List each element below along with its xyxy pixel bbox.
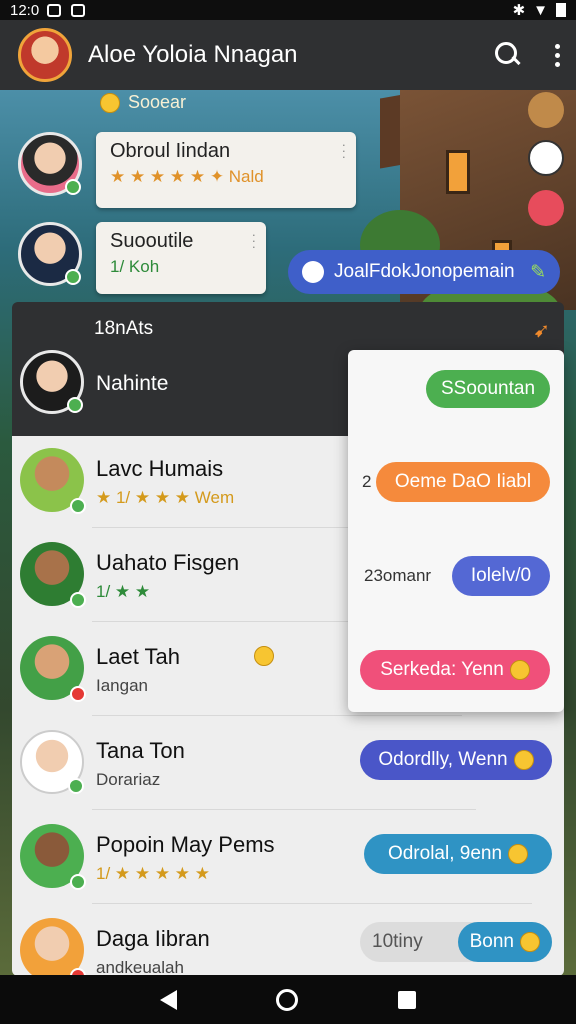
clock-icon[interactable] xyxy=(528,140,564,176)
avatar xyxy=(20,730,84,794)
contact-status: ★ 1/ ★ ★ ★ Wem xyxy=(96,488,235,507)
flower-icon[interactable] xyxy=(528,190,564,226)
online-badge xyxy=(65,179,81,195)
home-icon[interactable] xyxy=(276,988,299,1011)
app-title: Aloe Yoloia Nnagan xyxy=(88,41,298,68)
contact-name: Popoin May Pems xyxy=(96,832,275,857)
highlight-pill[interactable]: JoalFdokJonopemain ✎ xyxy=(288,250,560,294)
chat-name: Suooutile xyxy=(110,230,194,252)
popup-top-button[interactable]: SSoountan xyxy=(426,370,550,408)
status-chip[interactable]: Oeme DaO Iiabl xyxy=(376,462,550,502)
popup-row[interactable]: 23omanr Iolelv/0 xyxy=(348,556,564,596)
popup-top-label: SSoountan xyxy=(440,378,536,399)
status-time: 12:0 xyxy=(10,1,40,19)
popup-row[interactable]: Serkeda: Yenn xyxy=(348,650,564,690)
status-chip[interactable]: 10tiny Bonn xyxy=(360,922,552,962)
notification-icon xyxy=(71,3,86,17)
popup-row[interactable]: 2 Oeme DaO Iiabl xyxy=(348,462,564,502)
smiley-icon xyxy=(254,646,274,666)
profile-avatar[interactable] xyxy=(18,28,72,82)
bluetooth-icon: ✱ xyxy=(512,2,526,19)
section-label: Sooear xyxy=(128,92,187,112)
battery-icon xyxy=(556,3,566,17)
contact-name: Nahinte xyxy=(96,372,169,395)
panel-header: 18nAts xyxy=(94,318,154,339)
online-badge xyxy=(70,498,86,514)
pill-label: JoalFdokJonopemain xyxy=(334,261,515,282)
section-header: Sooear xyxy=(100,92,186,113)
wifi-icon: ▼ xyxy=(533,1,548,19)
status-chip[interactable]: Iolelv/0 xyxy=(452,556,550,596)
avatar xyxy=(20,542,86,608)
list-item[interactable]: Tana Ton Dorariaz Odordlly, Wenn xyxy=(12,718,564,810)
back-icon[interactable] xyxy=(159,989,177,1010)
flag-icon[interactable]: ➹ xyxy=(533,318,550,343)
face-icon xyxy=(302,261,324,283)
smiley-icon xyxy=(513,750,534,770)
message-bubble[interactable]: Suooutile 1/ Koh · · · xyxy=(96,222,266,294)
bubble-menu-icon[interactable]: · · · xyxy=(342,138,346,163)
status-bar: 12:0 ✱ ▼ xyxy=(0,0,576,20)
chat-item[interactable]: Suooutile 1/ Koh · · · xyxy=(18,222,266,294)
leaf-icon: ✎ xyxy=(530,261,546,283)
avatar xyxy=(20,350,84,414)
chip-label: Odrolal, 9enn xyxy=(387,843,503,864)
avatar xyxy=(20,918,86,984)
avatar xyxy=(20,824,86,890)
status-chip[interactable]: Odrolal, 9enn xyxy=(364,834,552,874)
online-badge xyxy=(70,874,86,890)
row-prefix: 2 xyxy=(362,472,372,491)
list-item[interactable]: Popoin May Pems 1/ ★ ★ ★ ★ ★ Odrolal, 9e… xyxy=(12,812,564,904)
avatar xyxy=(20,636,86,702)
contact-name: Daga Iibran xyxy=(96,926,210,951)
message-bubble[interactable]: Obroul Iindan ★ ★ ★ ★ ★ ✦ Nald · · · xyxy=(96,132,356,208)
chip-label: Bonn xyxy=(469,931,514,952)
chip-label: Odordlly, Wenn xyxy=(378,749,508,770)
bubble-menu-icon[interactable]: · · · xyxy=(252,228,256,253)
contact-status: 1/ ★ ★ xyxy=(96,582,151,601)
contact-name: Lavc Humais xyxy=(96,456,224,481)
more-vert-icon[interactable] xyxy=(555,43,560,67)
smiley-icon xyxy=(509,660,530,680)
search-icon[interactable] xyxy=(495,42,521,68)
avatar xyxy=(18,132,82,196)
avatar xyxy=(18,222,82,286)
online-badge xyxy=(70,592,86,608)
chat-item[interactable]: Obroul Iindan ★ ★ ★ ★ ★ ✦ Nald · · · xyxy=(18,132,356,208)
online-badge xyxy=(70,686,86,702)
contact-status: Iangan xyxy=(96,676,148,695)
smiley-icon xyxy=(520,932,540,952)
contact-name: Laet Tah xyxy=(96,644,181,669)
chip-button[interactable]: Bonn xyxy=(457,922,552,962)
chat-preview: 1/ Koh xyxy=(110,257,160,276)
chip-prefix: 10tiny xyxy=(372,931,423,952)
smiley-icon xyxy=(508,844,529,864)
status-chip[interactable]: Serkeda: Yenn xyxy=(360,650,550,690)
chip-label: Serkeda: Yenn xyxy=(380,659,504,680)
avatar xyxy=(20,448,86,514)
contact-name: Uahato Fisgen xyxy=(96,550,240,575)
contact-status: 1/ ★ ★ ★ ★ ★ xyxy=(96,864,210,883)
notification-icon xyxy=(47,3,62,17)
smiley-icon xyxy=(100,92,120,113)
online-badge xyxy=(67,397,83,413)
contact-name: Tana Ton xyxy=(96,738,185,763)
quick-actions-popup: SSoountan 2 Oeme DaO Iiabl 23omanr Iolel… xyxy=(348,350,564,712)
recents-icon[interactable] xyxy=(398,990,417,1009)
chip-label: Oeme DaO Iiabl xyxy=(394,471,532,492)
status-chip[interactable]: Odordlly, Wenn xyxy=(360,740,552,780)
system-nav-bar xyxy=(0,975,576,1024)
contact-status: Dorariaz xyxy=(96,770,161,789)
chip-label: Iolelv/0 xyxy=(470,565,532,586)
row-prefix: 23omanr xyxy=(364,566,432,585)
app-bar: Aloe Yoloia Nnagan xyxy=(0,20,576,90)
chat-preview: ★ ★ ★ ★ ★ ✦ Nald xyxy=(110,167,264,186)
online-badge xyxy=(65,269,81,285)
online-badge xyxy=(68,778,84,794)
character-icon[interactable] xyxy=(528,92,564,128)
chat-name: Obroul Iindan xyxy=(110,140,231,162)
